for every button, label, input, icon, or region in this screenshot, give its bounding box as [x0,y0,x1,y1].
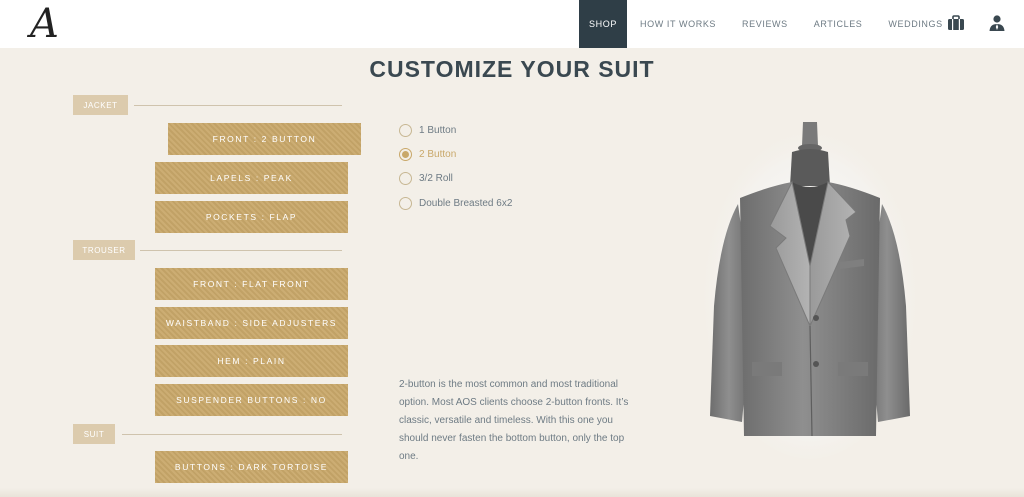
user-icon[interactable] [988,14,1006,32]
radio-label: 3/2 Roll [419,173,453,184]
nav-weddings[interactable]: WEDDINGS [875,0,955,48]
nav-shop[interactable]: SHOP [579,0,627,48]
radio-option-double-breasted[interactable]: Double Breasted 6x2 [399,197,512,210]
radio-circle-selected[interactable] [399,148,412,161]
bottom-shadow [0,488,1024,497]
divider [122,434,342,435]
main-nav: SHOP HOW IT WORKS REVIEWS ARTICLES WEDDI… [579,0,956,48]
radio-option-2-button[interactable]: 2 Button [399,148,456,161]
option-suspender-buttons[interactable]: SUSPENDER BUTTONS : NO [155,384,348,416]
option-description: 2-button is the most common and most tra… [399,379,629,462]
option-jacket-front[interactable]: FRONT : 2 BUTTON [168,123,361,155]
radio-label: 1 Button [419,125,457,136]
nav-reviews[interactable]: REVIEWS [729,0,801,48]
option-lapels[interactable]: LAPELS : PEAK [155,162,348,194]
option-waistband[interactable]: WAISTBAND : SIDE ADJUSTERS [155,307,348,339]
section-tag-jacket: JACKET [73,95,128,115]
nav-how-it-works[interactable]: HOW IT WORKS [627,0,729,48]
radio-option-1-button[interactable]: 1 Button [399,124,456,137]
option-trouser-front[interactable]: FRONT : FLAT FRONT [155,268,348,300]
option-hem[interactable]: HEM : PLAIN [155,345,348,377]
divider [140,250,342,251]
radio-label: 2 Button [419,149,457,160]
radio-circle[interactable] [399,172,412,185]
radio-circle[interactable] [399,197,412,210]
radio-label: Double Breasted 6x2 [419,198,513,209]
site-header: A SHOP HOW IT WORKS REVIEWS ARTICLES WED… [0,0,1024,48]
section-tag-suit: SUIT [73,424,115,444]
suit-jacket-illustration [702,122,918,459]
divider [134,105,342,106]
nav-articles[interactable]: ARTICLES [801,0,876,48]
briefcase-icon[interactable] [947,14,965,32]
section-tag-trouser: TROUSER [73,240,135,260]
brand-logo[interactable]: A [30,2,59,46]
option-buttons[interactable]: BUTTONS : DARK TORTOISE [155,451,348,483]
radio-option-3-2-roll[interactable]: 3/2 Roll [399,172,453,185]
page-title: CUSTOMIZE YOUR SUIT [369,56,655,82]
option-pockets[interactable]: POCKETS : FLAP [155,201,348,233]
radio-circle[interactable] [399,124,412,137]
